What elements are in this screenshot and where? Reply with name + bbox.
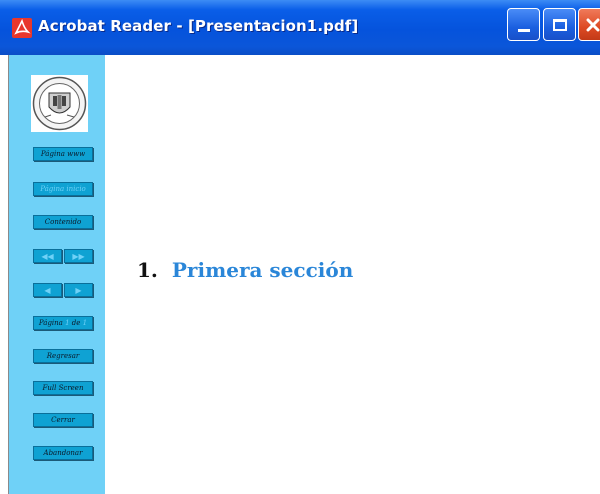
next-page-button[interactable]: ▶ bbox=[64, 283, 93, 297]
close-icon bbox=[586, 18, 600, 31]
cerrar-button[interactable]: Cerrar bbox=[33, 413, 93, 427]
maximize-icon bbox=[552, 18, 567, 31]
pagina-www-button[interactable]: Página www bbox=[33, 147, 93, 161]
acrobat-icon bbox=[12, 18, 32, 38]
prev-section-button[interactable]: ◀◀ bbox=[33, 249, 62, 263]
regresar-button[interactable]: Regresar bbox=[33, 349, 93, 363]
minimize-icon bbox=[517, 29, 530, 32]
navigation-sidebar: Página www Página inicio Contenido ◀◀ ▶▶… bbox=[8, 55, 106, 494]
full-screen-button[interactable]: Full Screen bbox=[33, 381, 93, 395]
section-title-link[interactable]: Primera sección bbox=[172, 258, 353, 282]
abandonar-button[interactable]: Abandonar bbox=[33, 446, 93, 460]
next-section-button[interactable]: ▶▶ bbox=[64, 249, 93, 263]
section-heading: 1. Primera sección bbox=[137, 258, 353, 282]
close-button[interactable] bbox=[578, 8, 600, 41]
page-current: 1 bbox=[65, 319, 70, 327]
page-indicator[interactable]: Página 1 de 1 bbox=[33, 316, 93, 330]
window-titlebar[interactable]: Acrobat Reader - [Presentacion1.pdf] bbox=[0, 0, 600, 55]
window-title: Acrobat Reader - [Presentacion1.pdf] bbox=[38, 17, 359, 35]
prev-page-button[interactable]: ◀ bbox=[33, 283, 62, 297]
pagina-inicio-button[interactable]: Página inicio bbox=[33, 182, 93, 196]
minimize-button[interactable] bbox=[507, 8, 540, 41]
university-seal-icon bbox=[32, 76, 87, 131]
page-indicator-label: Página bbox=[38, 319, 63, 327]
section-number: 1. bbox=[137, 258, 158, 282]
university-logo bbox=[31, 75, 88, 132]
page-total: 1 bbox=[82, 319, 88, 327]
contenido-button[interactable]: Contenido bbox=[33, 215, 93, 229]
document-page: 1. Primera sección bbox=[105, 55, 600, 494]
maximize-button[interactable] bbox=[543, 8, 576, 41]
page-of: de bbox=[71, 319, 81, 327]
